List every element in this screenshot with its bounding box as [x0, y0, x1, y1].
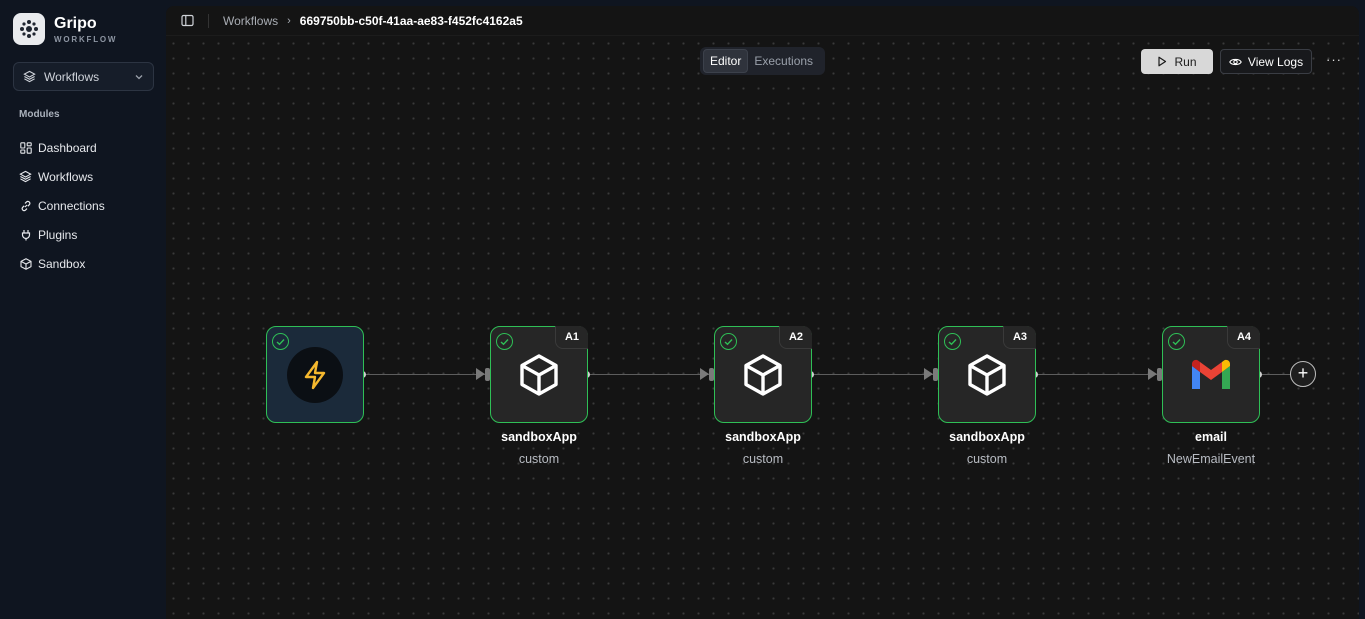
node-title: sandboxApp	[725, 430, 801, 444]
check-icon	[1168, 333, 1185, 350]
node-title: sandboxApp	[501, 430, 577, 444]
input-arrow	[1148, 368, 1157, 380]
edge-a3-a4	[1035, 374, 1159, 375]
workflow-node-a4[interactable]: A4	[1162, 326, 1260, 423]
box-icon	[517, 353, 561, 397]
breadcrumb-current: 669750bb-c50f-41aa-ae83-f452fc4162a5	[299, 13, 523, 28]
edge-trigger-a1	[363, 374, 487, 375]
node-title: email	[1195, 430, 1227, 444]
node-subtitle: NewEmailEvent	[1166, 452, 1256, 466]
node-badge: A2	[779, 326, 812, 349]
node-badge: A3	[1003, 326, 1036, 349]
check-icon	[944, 333, 961, 350]
run-button[interactable]: Run	[1141, 49, 1213, 74]
sidebar-item-dashboard[interactable]: Dashboard	[19, 133, 105, 162]
view-logs-label: View Logs	[1247, 54, 1304, 69]
box-icon	[965, 353, 1009, 397]
sidebar-toggle-icon[interactable]	[180, 14, 194, 28]
node-badge: A4	[1227, 326, 1260, 349]
sidebar-item-plugins[interactable]: Plugins	[19, 220, 105, 249]
sidebar-item-label: Dashboard	[38, 140, 97, 155]
sidebar-item-sandbox[interactable]: Sandbox	[19, 249, 105, 278]
tab-executions[interactable]: Executions	[748, 50, 819, 72]
workflow-canvas[interactable]: Workflows › 669750bb-c50f-41aa-ae83-f452…	[166, 6, 1359, 619]
view-logs-button[interactable]: View Logs	[1220, 49, 1312, 74]
eye-icon	[1229, 57, 1242, 67]
edge-a4-add	[1261, 374, 1291, 375]
workflow-node-a3[interactable]: A3	[938, 326, 1036, 423]
sidebar-item-workflows[interactable]: Workflows	[19, 162, 105, 191]
node-badge: A1	[555, 326, 588, 349]
brand[interactable]: Gripo WORKFLOW	[13, 13, 117, 45]
view-tabs: Editor Executions	[700, 47, 825, 75]
tab-editor[interactable]: Editor	[703, 49, 749, 73]
workspace-select[interactable]: Workflows	[13, 62, 154, 91]
node-subtitle: custom	[518, 452, 560, 466]
sidebar-item-connections[interactable]: Connections	[19, 191, 105, 220]
grid-icon	[19, 141, 32, 154]
play-icon	[1157, 56, 1167, 67]
more-options-button[interactable]: ···	[1326, 52, 1341, 70]
node-subtitle: custom	[742, 452, 784, 466]
edge-a1-a2	[587, 374, 711, 375]
check-icon	[496, 333, 513, 350]
lightning-icon	[287, 346, 343, 403]
box-icon	[19, 257, 32, 270]
plug-icon	[19, 228, 32, 241]
workflow-node-a2[interactable]: A2	[714, 326, 812, 423]
gripo-logo-icon	[13, 13, 45, 45]
chevron-right-icon: ›	[287, 14, 291, 27]
add-node-button[interactable]: +	[1290, 361, 1316, 387]
sidebar-item-label: Workflows	[38, 169, 94, 184]
breadcrumb-workflows[interactable]: Workflows	[223, 14, 278, 28]
trigger-node[interactable]	[266, 326, 364, 423]
brand-subtitle: WORKFLOW	[54, 34, 118, 44]
node-subtitle: custom	[966, 452, 1008, 466]
run-button-label: Run	[1174, 54, 1197, 69]
workspace-select-label: Workflows	[44, 69, 100, 84]
layers-icon	[23, 70, 36, 83]
layers-icon	[19, 170, 32, 183]
gmail-icon	[1189, 358, 1233, 392]
box-icon	[741, 353, 785, 397]
workflow-node-a1[interactable]: A1	[490, 326, 588, 423]
link-icon	[19, 199, 32, 212]
sidebar-item-label: Plugins	[38, 227, 78, 242]
sidebar-nav: Dashboard Workflows Connections Plugins …	[19, 133, 105, 278]
sidebar-item-label: Sandbox	[38, 256, 86, 271]
input-arrow	[700, 368, 709, 380]
sidebar: Gripo WORKFLOW Workflows Modules Dashboa…	[0, 0, 166, 619]
node-title: sandboxApp	[949, 430, 1025, 444]
topbar-divider	[208, 13, 209, 28]
edge-a2-a3	[811, 374, 935, 375]
sidebar-item-label: Connections	[38, 198, 105, 213]
chevron-down-icon	[134, 72, 144, 82]
topbar: Workflows › 669750bb-c50f-41aa-ae83-f452…	[166, 6, 1359, 36]
check-icon	[720, 333, 737, 350]
modules-section-title: Modules	[19, 109, 60, 120]
input-arrow	[924, 368, 933, 380]
brand-name: Gripo	[54, 14, 97, 32]
input-arrow	[476, 368, 485, 380]
